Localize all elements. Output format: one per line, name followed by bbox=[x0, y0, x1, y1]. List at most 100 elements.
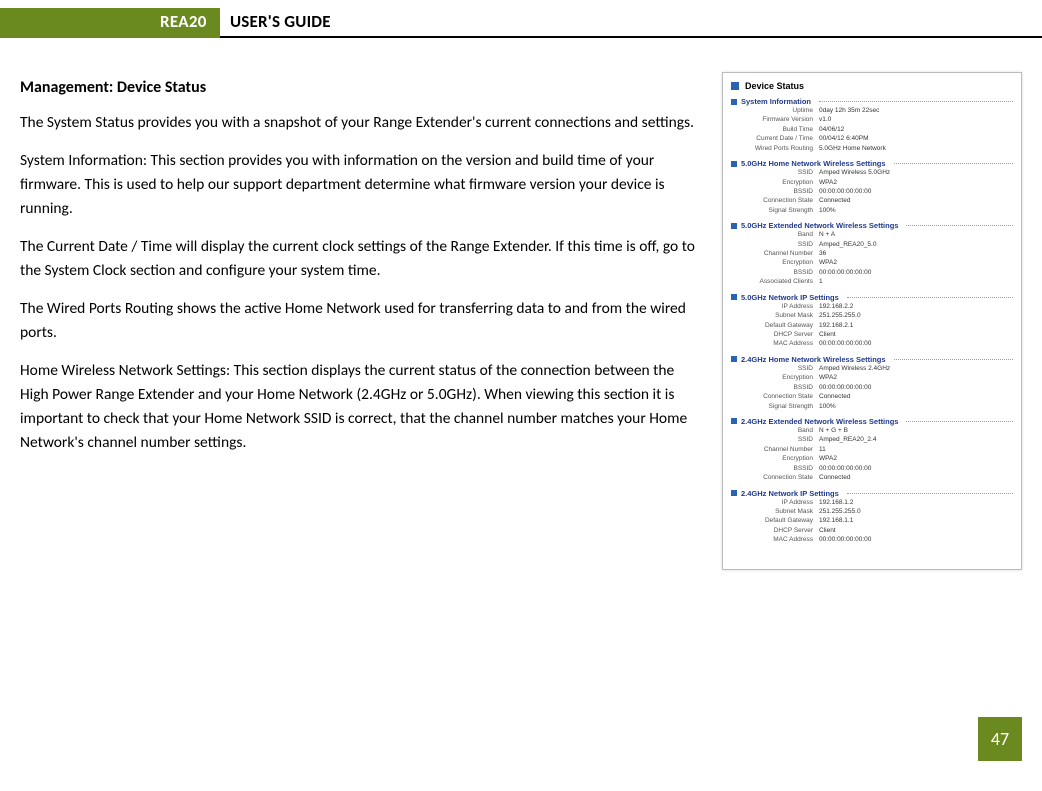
thumb-kv-key: Encryption bbox=[731, 258, 819, 267]
thumb-kv-key: Channel Number bbox=[731, 445, 819, 454]
thumb-kv-key: Band bbox=[731, 426, 819, 435]
thumb-kv-key: Build Time bbox=[731, 125, 819, 134]
thumb-section-header: 2.4GHz Home Network Wireless Settings bbox=[731, 355, 1013, 364]
thumb-section: 2.4GHz Extended Network Wireless Setting… bbox=[731, 417, 1013, 483]
thumb-kv-row: Subnet Mask251.255.255.0 bbox=[731, 507, 1013, 516]
thumb-section-header: 5.0GHz Network IP Settings bbox=[731, 293, 1013, 302]
thumb-kv-row: EncryptionWPA2 bbox=[731, 454, 1013, 463]
thumb-kv-row: Default Gateway192.168.1.1 bbox=[731, 516, 1013, 525]
thumb-kv-value: 251.255.255.0 bbox=[819, 507, 861, 516]
thumb-kv-key: IP Address bbox=[731, 498, 819, 507]
thumb-kv-key: Encryption bbox=[731, 178, 819, 187]
thumb-kv-row: Connection StateConnected bbox=[731, 196, 1013, 205]
thumb-kv-row: Associated Clients1 bbox=[731, 277, 1013, 286]
thumb-kv-row: EncryptionWPA2 bbox=[731, 373, 1013, 382]
thumb-section-header: 5.0GHz Home Network Wireless Settings bbox=[731, 159, 1013, 168]
thumb-kv-row: BSSID00:00:00:00:00:00 bbox=[731, 383, 1013, 392]
thumb-section-dots bbox=[894, 359, 1013, 360]
thumb-section: 2.4GHz Network IP SettingsIP Address192.… bbox=[731, 489, 1013, 545]
thumb-kv-value: N + G + B bbox=[819, 426, 848, 435]
thumb-section-name: System Information bbox=[741, 97, 811, 106]
thumb-kv-value: 36 bbox=[819, 249, 826, 258]
thumb-kv-value: Connected bbox=[819, 392, 850, 401]
thumb-section-dots bbox=[906, 421, 1013, 422]
page-number-box: 47 bbox=[978, 717, 1022, 761]
doc-title: USER'S GUIDE bbox=[230, 11, 331, 32]
thumb-kv-row: Default Gateway192.168.2.1 bbox=[731, 321, 1013, 330]
thumb-kv-key: SSID bbox=[731, 240, 819, 249]
thumb-kv-value: v1.0 bbox=[819, 115, 831, 124]
thumb-kv-key: Default Gateway bbox=[731, 516, 819, 525]
body-paragraph: Home Wireless Network Settings: This sec… bbox=[20, 359, 700, 455]
thumb-kv-key: BSSID bbox=[731, 464, 819, 473]
thumb-kv-row: Current Date / Time00/04/12 6:40PM bbox=[731, 134, 1013, 143]
thumb-kv-value: WPA2 bbox=[819, 258, 837, 267]
thumb-kv-value: 100% bbox=[819, 206, 836, 215]
thumb-kv-row: BSSID00:00:00:00:00:00 bbox=[731, 187, 1013, 196]
thumb-section: 2.4GHz Home Network Wireless SettingsSSI… bbox=[731, 355, 1013, 411]
thumb-section-header: 2.4GHz Network IP Settings bbox=[731, 489, 1013, 498]
header-rule bbox=[0, 36, 1042, 38]
thumb-section-name: 5.0GHz Home Network Wireless Settings bbox=[741, 159, 886, 168]
thumb-kv-key: Signal Strength bbox=[731, 402, 819, 411]
thumb-kv-value: 00:00:00:00:00:00 bbox=[819, 535, 871, 544]
thumb-kv-value: 192.168.1.1 bbox=[819, 516, 853, 525]
thumb-kv-row: SSIDAmped_REA20_2.4 bbox=[731, 435, 1013, 444]
thumb-kv-value: 00:00:00:00:00:00 bbox=[819, 339, 871, 348]
thumb-kv-value: 192.168.1.2 bbox=[819, 498, 853, 507]
thumb-kv-value: Amped_REA20_5.0 bbox=[819, 240, 876, 249]
thumb-section-dots bbox=[894, 163, 1013, 164]
thumb-kv-key: Default Gateway bbox=[731, 321, 819, 330]
thumb-kv-key: Encryption bbox=[731, 454, 819, 463]
thumb-kv-row: BandN + A bbox=[731, 230, 1013, 239]
thumb-section-name: 2.4GHz Network IP Settings bbox=[741, 489, 839, 498]
thumb-section: System InformationUptime0day 12h 35m 22s… bbox=[731, 97, 1013, 153]
thumb-kv-key: MAC Address bbox=[731, 339, 819, 348]
thumb-kv-key: Band bbox=[731, 230, 819, 239]
device-status-thumbnail: Device Status System InformationUptime0d… bbox=[722, 72, 1022, 570]
thumb-kv-value: 192.168.2.1 bbox=[819, 321, 853, 330]
thumb-kv-key: Connection State bbox=[731, 392, 819, 401]
thumb-kv-row: Wired Ports Routing5.0GHz Home Network bbox=[731, 144, 1013, 153]
body-paragraph: The Wired Ports Routing shows the active… bbox=[20, 297, 700, 345]
thumb-kv-value: 00:00:00:00:00:00 bbox=[819, 383, 871, 392]
thumb-kv-row: Signal Strength100% bbox=[731, 402, 1013, 411]
product-code: REA20 bbox=[160, 11, 207, 32]
thumb-kv-value: Client bbox=[819, 330, 836, 339]
page-number: 47 bbox=[991, 728, 1009, 750]
thumb-kv-key: Current Date / Time bbox=[731, 134, 819, 143]
thumb-kv-value: 11 bbox=[819, 445, 826, 454]
thumb-section-dots bbox=[847, 297, 1013, 298]
thumb-kv-key: SSID bbox=[731, 435, 819, 444]
thumb-kv-row: SSIDAmped_REA20_5.0 bbox=[731, 240, 1013, 249]
thumb-kv-key: SSID bbox=[731, 364, 819, 373]
thumb-kv-value: WPA2 bbox=[819, 454, 837, 463]
thumb-kv-key: MAC Address bbox=[731, 535, 819, 544]
thumb-section-header: System Information bbox=[731, 97, 1013, 106]
body-column: The System Status provides you with a sn… bbox=[20, 111, 700, 455]
thumb-kv-row: BSSID00:00:00:00:00:00 bbox=[731, 464, 1013, 473]
thumb-kv-key: DHCP Server bbox=[731, 330, 819, 339]
thumb-kv-row: EncryptionWPA2 bbox=[731, 178, 1013, 187]
thumb-kv-key: BSSID bbox=[731, 268, 819, 277]
thumb-kv-row: SSIDAmped Wireless 2.4GHz bbox=[731, 364, 1013, 373]
thumb-kv-row: BandN + G + B bbox=[731, 426, 1013, 435]
thumb-kv-key: IP Address bbox=[731, 302, 819, 311]
thumb-section-name: 5.0GHz Extended Network Wireless Setting… bbox=[741, 221, 898, 230]
thumb-kv-key: BSSID bbox=[731, 187, 819, 196]
thumb-kv-value: Amped_REA20_2.4 bbox=[819, 435, 876, 444]
thumb-kv-value: 00/04/12 6:40PM bbox=[819, 134, 869, 143]
thumb-kv-value: WPA2 bbox=[819, 178, 837, 187]
thumb-kv-value: 00:00:00:00:00:00 bbox=[819, 464, 871, 473]
thumb-section-dots bbox=[847, 493, 1013, 494]
thumb-section-header: 5.0GHz Extended Network Wireless Setting… bbox=[731, 221, 1013, 230]
thumb-kv-row: Signal Strength100% bbox=[731, 206, 1013, 215]
thumb-section: 5.0GHz Network IP SettingsIP Address 192.… bbox=[731, 293, 1013, 349]
thumb-kv-row: Uptime0day 12h 35m 22sec bbox=[731, 106, 1013, 115]
thumb-kv-key: Subnet Mask bbox=[731, 507, 819, 516]
thumb-kv-value: Connected bbox=[819, 473, 850, 482]
thumb-kv-value: 5.0GHz Home Network bbox=[819, 144, 886, 153]
thumb-kv-value: Connected bbox=[819, 196, 850, 205]
thumb-kv-key: Signal Strength bbox=[731, 206, 819, 215]
thumb-kv-row: DHCP ServerClient bbox=[731, 330, 1013, 339]
